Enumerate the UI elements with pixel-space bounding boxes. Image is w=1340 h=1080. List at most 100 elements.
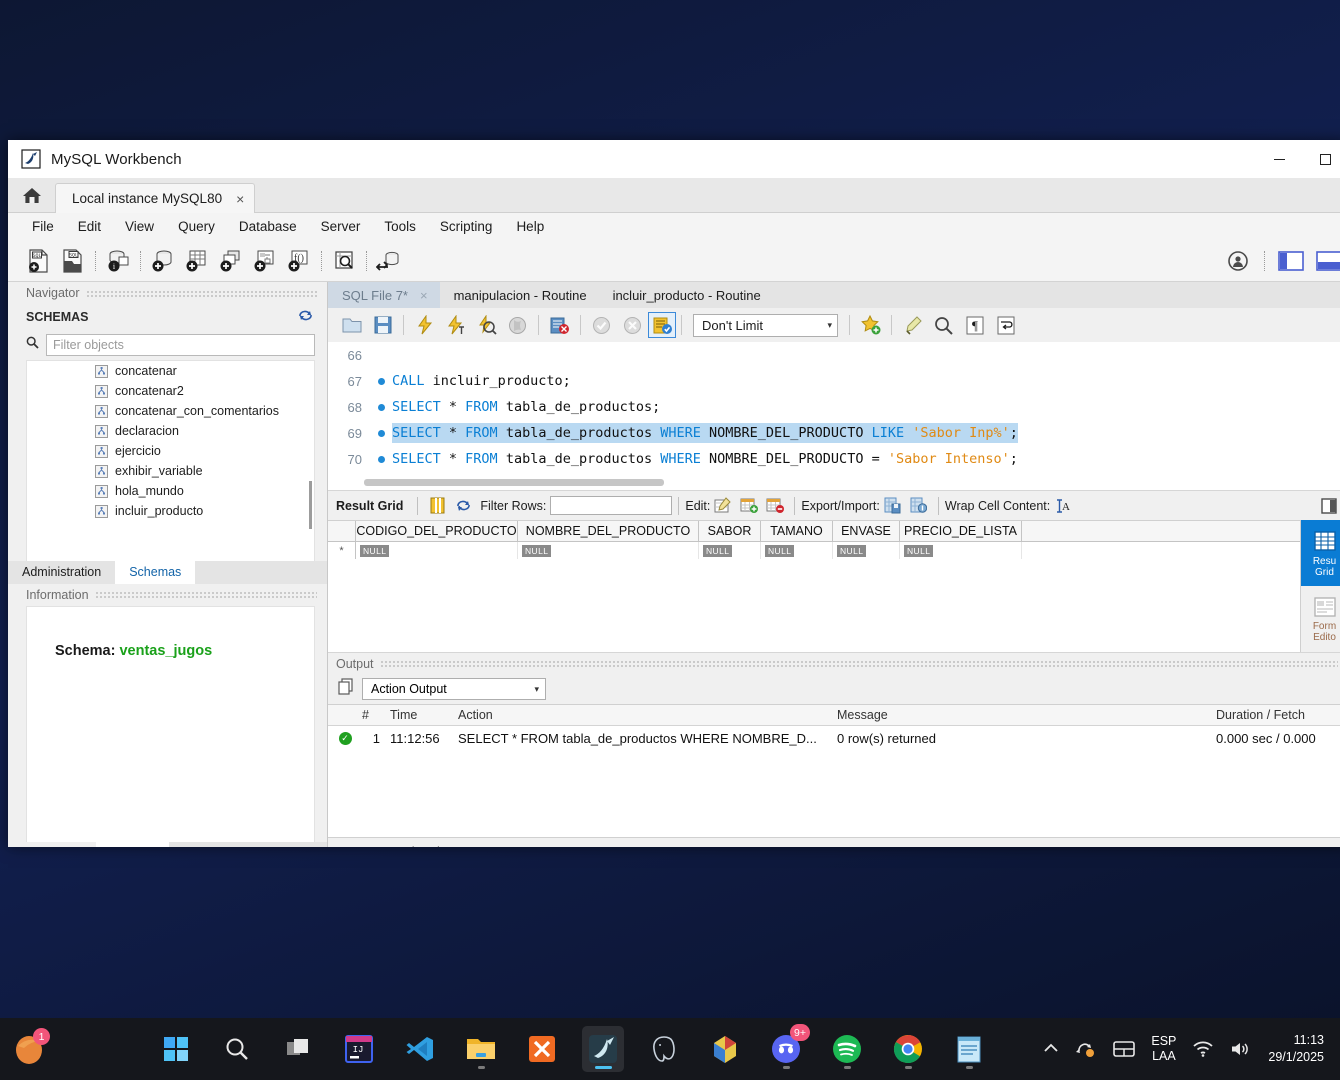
- toggle-breakpoint-icon[interactable]: [544, 311, 575, 339]
- menu-query[interactable]: Query: [166, 216, 227, 237]
- open-file-icon[interactable]: [336, 311, 367, 339]
- tree-item-exhibir-variable[interactable]: exhibir_variable: [27, 461, 314, 481]
- tree-item-declaracion[interactable]: declaracion: [27, 421, 314, 441]
- filter-objects-input[interactable]: Filter objects: [46, 334, 315, 356]
- notepad-icon[interactable]: [948, 1026, 990, 1072]
- code-line[interactable]: 66: [328, 342, 1340, 368]
- mysql-workbench-icon[interactable]: [582, 1026, 624, 1072]
- open-sql-script-icon[interactable]: SQL: [56, 245, 90, 277]
- close-icon[interactable]: ×: [236, 192, 244, 206]
- tree-item-concatenar-con-comentarios[interactable]: concatenar_con_comentarios: [27, 401, 314, 421]
- menu-view[interactable]: View: [113, 216, 166, 237]
- commit-icon[interactable]: [586, 311, 617, 339]
- tab-local-instance-mysql80[interactable]: Local instance MySQL80 ×: [55, 183, 256, 213]
- find-icon[interactable]: [928, 311, 959, 339]
- result-grid[interactable]: CODIGO_DEL_PRODUCTO NOMBRE_DEL_PRODUCTO …: [328, 520, 1300, 652]
- code-line[interactable]: 70 SELECT * FROM tabla_de_productos WHER…: [328, 446, 1340, 472]
- output-type-select[interactable]: Action Output ▾: [362, 678, 546, 700]
- table-cell[interactable]: NULL: [833, 542, 900, 559]
- copy-icon[interactable]: [338, 678, 354, 700]
- table-row[interactable]: * NULL NULL NULL NULL NULL NULL: [328, 542, 1300, 559]
- menu-database[interactable]: Database: [227, 216, 309, 237]
- filter-rows-input[interactable]: [550, 496, 673, 515]
- stop-icon[interactable]: [502, 311, 533, 339]
- task-view-icon[interactable]: [277, 1026, 319, 1072]
- inspect-table-icon[interactable]: [327, 245, 361, 277]
- vscode-icon[interactable]: [399, 1026, 441, 1072]
- execute-current-statement-icon[interactable]: [440, 311, 471, 339]
- toggle-sidebar-icon[interactable]: [1274, 245, 1308, 277]
- tab-schemas[interactable]: Schemas: [115, 560, 196, 584]
- tree-item-ejercicio[interactable]: ejercicio: [27, 441, 314, 461]
- code-line[interactable]: 67 CALL incluir_producto;: [328, 368, 1340, 394]
- column-header-codigo-del-producto[interactable]: CODIGO_DEL_PRODUCTO: [356, 521, 518, 541]
- export-recordset-icon[interactable]: [880, 494, 906, 518]
- code-line[interactable]: 68 SELECT * FROM tabla_de_productos;: [328, 394, 1340, 420]
- row-marker[interactable]: *: [328, 542, 356, 559]
- beautify-query-icon[interactable]: [897, 311, 928, 339]
- spotify-icon[interactable]: [826, 1026, 868, 1072]
- reconnect-server-icon[interactable]: [372, 245, 406, 277]
- table-cell[interactable]: NULL: [900, 542, 1022, 559]
- line-marker[interactable]: [370, 455, 392, 463]
- rollback-icon[interactable]: [617, 311, 648, 339]
- tree-item-hola-mundo[interactable]: hola_mundo: [27, 481, 314, 501]
- create-procedure-icon[interactable]: [248, 245, 282, 277]
- menu-scripting[interactable]: Scripting: [428, 216, 505, 237]
- admin-target-icon[interactable]: [1221, 245, 1255, 277]
- schema-tree[interactable]: concatenar concatenar2 concatenar_con_co…: [26, 360, 315, 561]
- add-snippet-icon[interactable]: [855, 311, 886, 339]
- side-tab-form-editor[interactable]: Form Edito: [1301, 586, 1340, 652]
- language-indicator[interactable]: ESP LAA: [1151, 1034, 1176, 1064]
- tab-sql-file-7[interactable]: SQL File 7* ×: [328, 282, 440, 308]
- save-file-icon[interactable]: [367, 311, 398, 339]
- xampp-icon[interactable]: [521, 1026, 563, 1072]
- tab-incluir-producto-routine[interactable]: incluir_producto - Routine: [599, 282, 773, 308]
- menu-tools[interactable]: Tools: [372, 216, 428, 237]
- connection-info-icon[interactable]: i: [101, 245, 135, 277]
- new-sql-tab-icon[interactable]: SQL: [22, 245, 56, 277]
- menu-edit[interactable]: Edit: [66, 216, 113, 237]
- refresh-grid-icon[interactable]: [450, 494, 476, 518]
- show-hidden-icons-icon[interactable]: [1043, 1042, 1059, 1056]
- home-tab[interactable]: [8, 177, 55, 212]
- toggle-invisible-chars-icon[interactable]: ¶: [959, 311, 990, 339]
- start-icon[interactable]: [155, 1026, 197, 1072]
- intellij-idea-icon[interactable]: IJ: [338, 1026, 380, 1072]
- line-marker[interactable]: [370, 429, 392, 437]
- toggle-secondary-sidebar-icon[interactable]: [1312, 245, 1340, 277]
- tree-item-concatenar2[interactable]: concatenar2: [27, 381, 314, 401]
- tree-item-concatenar[interactable]: concatenar: [27, 361, 314, 381]
- column-header-precio-de-lista[interactable]: PRECIO_DE_LISTA: [900, 521, 1022, 541]
- create-schema-icon[interactable]: [146, 245, 180, 277]
- wrap-cell-icon[interactable]: A: [1050, 494, 1076, 518]
- close-icon[interactable]: ×: [420, 288, 428, 303]
- maximize-button[interactable]: [1302, 140, 1340, 178]
- tree-scrollbar[interactable]: [309, 481, 312, 529]
- output-row[interactable]: ✓ 1 11:12:56 SELECT * FROM tabla_de_prod…: [328, 726, 1340, 750]
- firefox-icon[interactable]: 1: [10, 1026, 52, 1072]
- menu-server[interactable]: Server: [309, 216, 373, 237]
- line-marker[interactable]: [370, 403, 392, 411]
- postgresql-icon[interactable]: [643, 1026, 685, 1072]
- table-cell[interactable]: NULL: [518, 542, 699, 559]
- tree-item-incluir-producto[interactable]: incluir_producto: [27, 501, 314, 521]
- side-tab-result-grid[interactable]: Resu Grid: [1301, 520, 1340, 586]
- line-marker[interactable]: [370, 377, 392, 385]
- column-header-nombre-del-producto[interactable]: NOMBRE_DEL_PRODUCTO: [518, 521, 699, 541]
- table-cell[interactable]: NULL: [356, 542, 518, 559]
- create-function-icon[interactable]: f(): [282, 245, 316, 277]
- column-header-envase[interactable]: ENVASE: [833, 521, 900, 541]
- tab-administration[interactable]: Administration: [8, 561, 115, 584]
- code-line-selected[interactable]: 69 SELECT * FROM tabla_de_productos WHER…: [328, 420, 1340, 446]
- volume-icon[interactable]: [1230, 1040, 1252, 1058]
- onedrive-sync-icon[interactable]: [1075, 1039, 1097, 1059]
- menu-file[interactable]: File: [20, 216, 66, 237]
- table-cell[interactable]: NULL: [699, 542, 761, 559]
- wrap-lines-icon[interactable]: [990, 311, 1021, 339]
- sql-code-editor[interactable]: 66 67 CALL incluir_producto; 68 SELECT *…: [328, 342, 1340, 490]
- file-explorer-icon[interactable]: [460, 1026, 502, 1072]
- chrome-icon[interactable]: [887, 1026, 929, 1072]
- minimize-button[interactable]: [1256, 140, 1302, 178]
- tab-manipulacion-routine[interactable]: manipulacion - Routine: [440, 282, 599, 308]
